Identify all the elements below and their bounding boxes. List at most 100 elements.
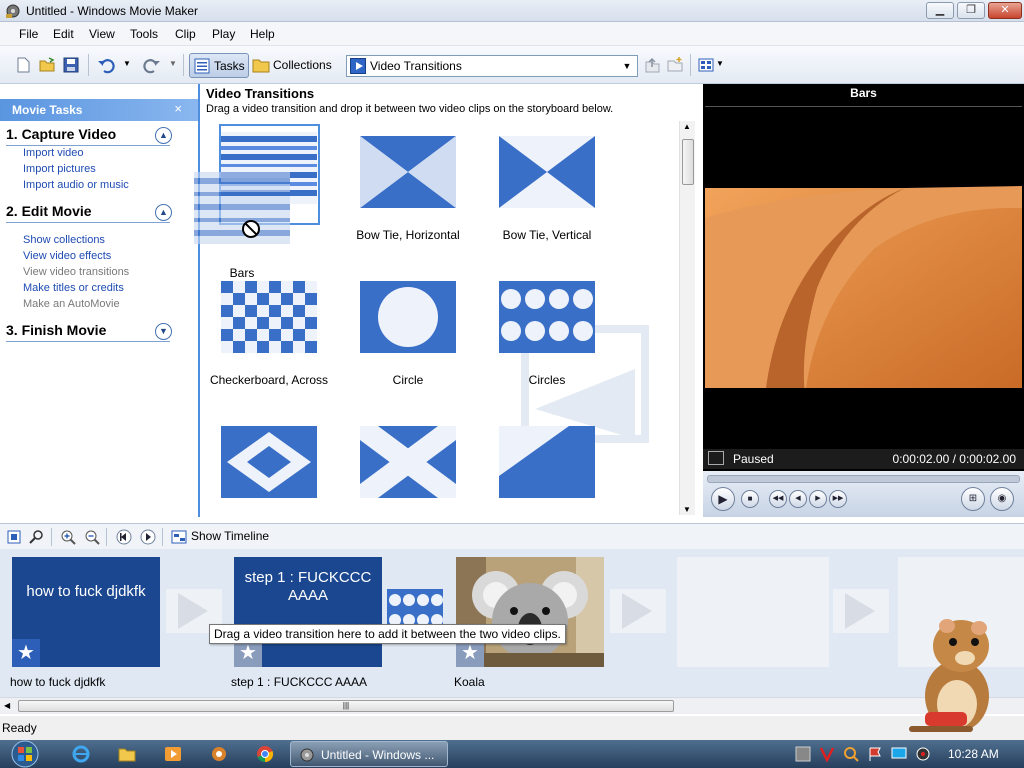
forward-icon[interactable]: ▶ bbox=[809, 490, 827, 508]
show-collections-link[interactable]: Show collections bbox=[23, 234, 105, 246]
tasks-button[interactable]: Tasks bbox=[189, 53, 249, 78]
views-dropdown-icon[interactable]: ▼ bbox=[716, 59, 724, 68]
chrome-icon[interactable] bbox=[256, 745, 274, 763]
transition-circle-thumb[interactable] bbox=[360, 281, 456, 353]
previous-frame-icon[interactable]: ◀◀ bbox=[769, 490, 787, 508]
storyboard-view-icon[interactable] bbox=[6, 529, 22, 545]
collapse-chevron-up-icon[interactable]: ▲ bbox=[155, 127, 172, 144]
scroll-left-icon[interactable]: ◀ bbox=[4, 701, 10, 710]
make-titles-link[interactable]: Make titles or credits bbox=[23, 282, 124, 294]
chevron-down-icon[interactable]: ▼ bbox=[619, 58, 635, 74]
transition-circles-thumb[interactable] bbox=[499, 281, 595, 353]
new-collection-folder-icon[interactable] bbox=[666, 56, 684, 74]
scrollbar-thumb[interactable] bbox=[682, 139, 694, 185]
taskbar-clock[interactable]: 10:28 AM bbox=[948, 747, 999, 761]
save-icon[interactable] bbox=[62, 56, 80, 74]
close-pane-icon[interactable]: × bbox=[174, 101, 182, 116]
section-capture-video[interactable]: 1. Capture Video ▲ bbox=[6, 126, 172, 146]
preview-status-bar: Paused 0:00:02.00 / 0:00:02.00 bbox=[703, 449, 1024, 469]
menu-edit[interactable]: Edit bbox=[53, 27, 74, 41]
tray-antivirus-icon[interactable] bbox=[819, 746, 835, 762]
storyboard-scrollbar-thumb[interactable]: ||| bbox=[18, 700, 674, 712]
collections-button[interactable]: Collections bbox=[252, 53, 338, 78]
section-finish-movie[interactable]: 3. Finish Movie ▼ bbox=[6, 322, 172, 342]
collapse-chevron-up-icon[interactable]: ▲ bbox=[155, 204, 172, 221]
transition-slot[interactable] bbox=[833, 589, 889, 633]
start-orb-icon[interactable] bbox=[6, 740, 44, 768]
taskbar-window-movie-maker[interactable]: Untitled - Windows ... bbox=[290, 741, 448, 767]
scroll-up-icon[interactable]: ▲ bbox=[683, 122, 691, 131]
collections-dropdown[interactable]: Video Transitions ▼ bbox=[346, 55, 638, 77]
menu-file[interactable]: File bbox=[19, 27, 38, 41]
transition-bow-tie-vertical-thumb[interactable] bbox=[499, 136, 595, 208]
play-storyboard-icon[interactable] bbox=[140, 529, 156, 545]
new-file-icon[interactable] bbox=[14, 56, 32, 74]
zoom-out-icon[interactable] bbox=[84, 529, 100, 545]
storyboard-clip-koala[interactable]: ★ bbox=[456, 557, 604, 667]
timeline-icon[interactable] bbox=[171, 529, 187, 545]
file-explorer-icon[interactable] bbox=[118, 745, 136, 763]
transition-diamond-thumb[interactable] bbox=[221, 426, 317, 498]
up-one-level-icon[interactable] bbox=[643, 56, 661, 74]
show-timeline-button[interactable]: Show Timeline bbox=[191, 529, 269, 543]
scrollbar-grip: ||| bbox=[342, 701, 350, 710]
transition-bow-tie-horizontal-thumb[interactable] bbox=[360, 136, 456, 208]
toolbar-separator bbox=[183, 54, 184, 76]
import-video-link[interactable]: Import video bbox=[23, 147, 84, 159]
video-effect-star-icon[interactable]: ★ bbox=[12, 639, 40, 667]
transition-diagonal-cross-thumb[interactable] bbox=[360, 426, 456, 498]
menu-help[interactable]: Help bbox=[250, 27, 275, 41]
menu-play[interactable]: Play bbox=[212, 27, 235, 41]
views-grid-icon[interactable] bbox=[697, 56, 715, 74]
minimize-button[interactable]: ▁ bbox=[926, 2, 954, 19]
toolbar-separator bbox=[51, 528, 52, 546]
content-scrollbar[interactable]: ▲ ▼ bbox=[679, 121, 695, 515]
fullscreen-icon[interactable] bbox=[708, 451, 724, 465]
storyboard-clip[interactable]: step 1 : FUCKCCC AAAA ★ bbox=[234, 557, 382, 667]
transition-checkerboard-across-thumb[interactable] bbox=[221, 281, 317, 353]
take-picture-icon[interactable]: ◉ bbox=[990, 487, 1014, 511]
zoom-in-icon[interactable] bbox=[60, 529, 76, 545]
play-icon[interactable]: ▶ bbox=[711, 487, 735, 511]
clip-label: step 1 : FUCKCCC AAAA bbox=[231, 675, 368, 689]
tray-search-icon[interactable] bbox=[843, 746, 859, 762]
section-edit-movie[interactable]: 2. Edit Movie ▲ bbox=[6, 203, 172, 223]
transition-slot[interactable] bbox=[610, 589, 666, 633]
restore-button[interactable]: ❐ bbox=[957, 2, 985, 19]
close-button[interactable]: ✕ bbox=[988, 2, 1022, 19]
tray-flag-icon[interactable] bbox=[867, 746, 883, 762]
seek-bar[interactable] bbox=[707, 475, 1020, 483]
redo-dropdown-icon[interactable]: ▼ bbox=[169, 59, 177, 68]
rewind-storyboard-icon[interactable] bbox=[116, 529, 132, 545]
movie-maker-taskbar-icon[interactable] bbox=[210, 745, 228, 763]
menu-tools[interactable]: Tools bbox=[130, 27, 158, 41]
media-player-icon[interactable] bbox=[164, 745, 182, 763]
expand-chevron-down-icon[interactable]: ▼ bbox=[155, 323, 172, 340]
collections-folder-icon bbox=[252, 59, 270, 73]
next-frame-icon[interactable]: ▶▶ bbox=[829, 490, 847, 508]
storyboard-clip[interactable]: how to fuck djdkfk ★ bbox=[12, 557, 160, 667]
empty-clip-slot[interactable] bbox=[677, 557, 829, 667]
import-audio-link[interactable]: Import audio or music bbox=[23, 179, 129, 191]
view-video-effects-link[interactable]: View video effects bbox=[23, 250, 111, 262]
open-folder-icon[interactable] bbox=[38, 56, 56, 74]
rewind-icon[interactable]: ◀ bbox=[789, 490, 807, 508]
tray-volume-icon[interactable] bbox=[915, 746, 931, 762]
tray-network-icon[interactable] bbox=[795, 746, 811, 762]
taskbar-window-label: Untitled - Windows ... bbox=[321, 748, 435, 762]
storyboard-scrollbar[interactable]: ◀ ||| bbox=[0, 697, 1024, 714]
menu-clip[interactable]: Clip bbox=[175, 27, 196, 41]
split-clip-icon[interactable]: ⊞ bbox=[961, 487, 985, 511]
scroll-down-icon[interactable]: ▼ bbox=[683, 505, 691, 514]
import-pictures-link[interactable]: Import pictures bbox=[23, 163, 96, 175]
redo-icon[interactable] bbox=[143, 56, 161, 74]
internet-explorer-icon[interactable] bbox=[72, 745, 90, 763]
undo-icon[interactable] bbox=[97, 56, 115, 74]
stop-icon[interactable]: ■ bbox=[741, 490, 759, 508]
undo-dropdown-icon[interactable]: ▼ bbox=[123, 59, 131, 68]
transition-diagonal-thumb[interactable] bbox=[499, 426, 595, 498]
menu-view[interactable]: View bbox=[89, 27, 115, 41]
set-audio-levels-icon[interactable] bbox=[28, 529, 44, 545]
window-title: Untitled - Windows Movie Maker bbox=[26, 4, 199, 18]
tray-display-icon[interactable] bbox=[891, 746, 907, 762]
